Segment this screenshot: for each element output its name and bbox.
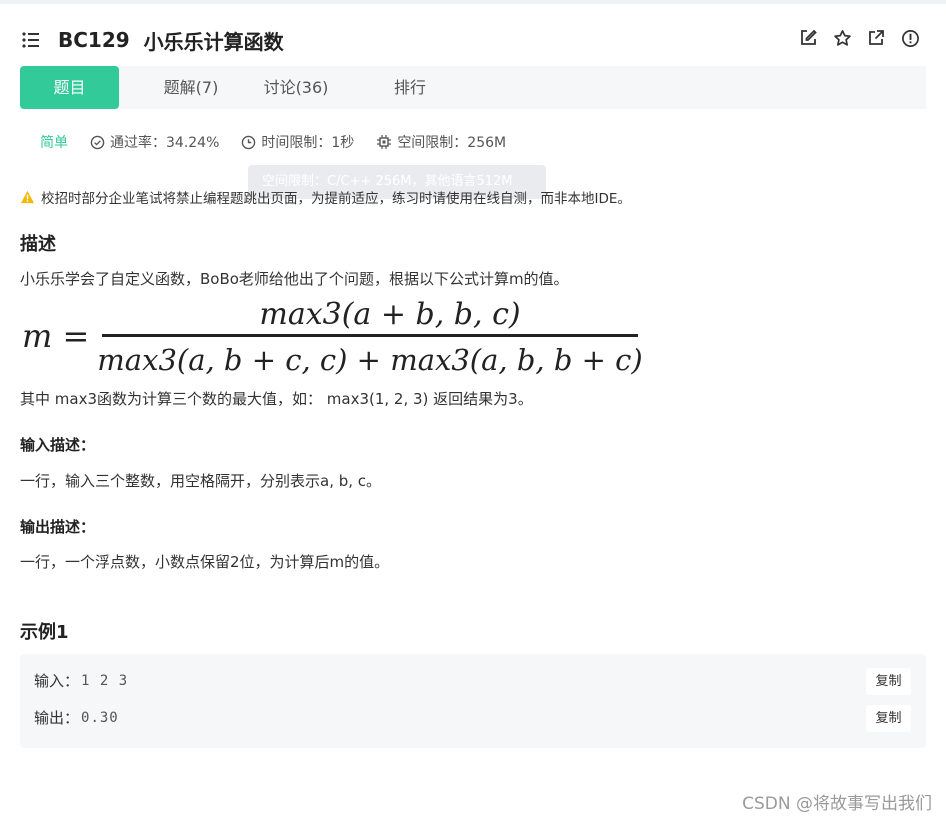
clock-icon [242,135,256,149]
time-limit: 时间限制：1秒 [241,132,354,152]
tab-problem[interactable]: 题目 [20,66,119,109]
check-circle-icon [90,135,105,149]
top-border [0,0,946,4]
difficulty-badge: 简单 [40,135,68,151]
formula-lhs: m = [22,317,89,355]
csdn-watermark: CSDN @将故事写出我们 [742,794,932,814]
input-heading: 输入描述： [20,436,96,454]
external-link-icon[interactable] [866,28,886,48]
pass-rate: 通过率：34.24% [90,132,219,152]
input-description: 一行，输入三个整数，用空格隔开，分别表示a, b, c。 [20,472,382,490]
example-input-value[interactable]: 1 2 3 [81,673,128,689]
tab-ranking[interactable]: 排行 [384,66,436,109]
problem-title: 小乐乐计算函数 [143,29,284,54]
alert-circle-icon[interactable] [900,28,920,48]
menu-icon[interactable] [20,29,42,51]
problem-header: BC129 小乐乐计算函数 [20,22,930,58]
example-output-label: 输出： [34,709,80,727]
exam-warning: 校招时部分企业笔试将禁止编程题跳出页面，为提前适应，练习时请使用在线自测，而非本… [20,187,631,207]
description-note: 其中 max3函数为计算三个数的最大值，如： max3(1, 2, 3) 返回结… [20,390,533,408]
example-heading: 示例1 [20,622,69,643]
example-input-label: 输入： [34,672,80,690]
space-limit-text: 空间限制：256M [397,135,507,151]
edit-icon[interactable] [798,28,818,48]
example-input-row: 输入： 1 2 3 [34,670,128,691]
formula-denominator: max3(a, b + c, c) + max3(a, b, b + c) [97,343,642,377]
tab-solutions[interactable]: 题解(7) [154,66,228,109]
example-output-row: 输出： 0.30 [34,707,119,728]
copy-input-button[interactable]: 复制 [866,668,911,695]
star-icon[interactable] [832,28,852,48]
problem-meta: 简单 通过率：34.24% 时间限制：1秒 空间限制：256M [40,132,528,152]
space-limit[interactable]: 空间限制：256M [376,132,506,152]
pass-rate-text: 通过率：34.24% [110,135,220,151]
output-heading: 输出描述： [20,518,96,536]
example-output-value[interactable]: 0.30 [81,710,119,726]
header-actions [798,28,920,48]
description-intro: 小乐乐学会了自定义函数，BoBo老师给他出了个问题，根据以下公式计算m的值。 [20,270,569,288]
output-description: 一行，一个浮点数，小数点保留2位，为计算后m的值。 [20,553,390,571]
description-heading: 描述 [20,234,56,255]
fraction-bar [102,334,638,337]
copy-output-button[interactable]: 复制 [866,705,911,732]
example-box: 输入： 1 2 3 复制 输出： 0.30 复制 [20,654,926,748]
formula-image: m = max3(a + b, b, c) max3(a, b + c, c) … [22,297,643,377]
time-limit-text: 时间限制：1秒 [261,135,355,151]
chip-icon [377,135,392,149]
tab-discussion[interactable]: 讨论(36) [262,66,330,109]
tab-bar: 题目 题解(7) 讨论(36) 排行 [20,66,926,109]
problem-code: BC129 [58,28,130,52]
warning-icon [20,190,35,204]
warning-text: 校招时部分企业笔试将禁止编程题跳出页面，为提前适应，练习时请使用在线自测，而非本… [41,191,631,207]
formula-numerator: max3(a + b, b, c) [259,297,520,332]
